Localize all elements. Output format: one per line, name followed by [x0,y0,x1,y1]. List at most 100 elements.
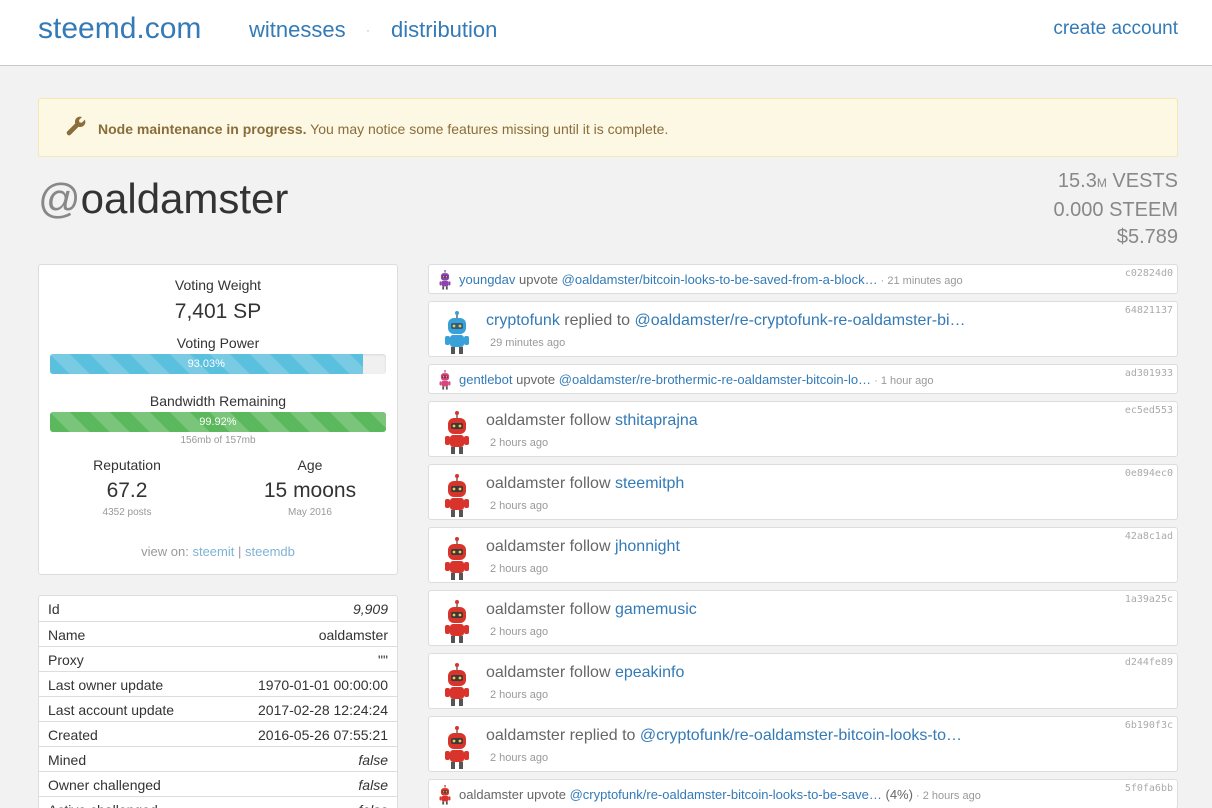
info-value: 2016-05-26 07:55:21 [258,727,388,743]
steemit-link[interactable]: steemit [192,544,234,559]
transaction-hash-link[interactable]: 0e894ec0 [1125,468,1173,479]
wrench-icon [66,116,86,136]
activity-line: cryptofunk replied to @oaldamster/re-cry… [486,312,966,330]
bandwidth-label: Bandwidth Remaining [149,393,287,409]
transaction-hash-link[interactable]: 6b190f3c [1125,720,1173,731]
activity-line: oaldamster follow jhonnight [486,538,680,556]
activity-target-link[interactable]: jhonnight [615,538,680,555]
alert-text: You may notice some features missing unt… [306,121,669,137]
transaction-hash-link[interactable]: ec5ed553 [1125,405,1173,416]
activity-target-link[interactable]: @oaldamster/bitcoin-looks-to-be-saved-fr… [562,272,878,287]
activity-actor-link[interactable]: oaldamster [486,412,565,429]
red-robot-icon[interactable] [435,785,455,805]
activity-verb: upvote [523,787,570,802]
view-on-label: view on: [141,544,189,559]
info-row: Owner challenged false [39,771,397,796]
transaction-hash-link[interactable]: 5f0fa6bb [1125,783,1173,794]
purple-robot-icon[interactable] [435,270,455,290]
activity-target-link[interactable]: @oaldamster/re-cryptofunk-re-oaldamster-… [635,312,966,329]
reputation-posts: 4352 posts [102,507,152,518]
transaction-hash-link[interactable]: 42a8c1ad [1125,531,1173,542]
blue-robot-icon[interactable] [441,311,473,355]
bandwidth-bar: 99.92% [50,412,386,432]
activity-actor-link[interactable]: gentlebot [459,372,513,387]
transaction-hash-link[interactable]: 64821137 [1125,305,1173,316]
account-info-table: Id 9,909 Name oaldamster Proxy "" Last owner u… [38,595,398,808]
info-key: Last owner update [48,677,164,693]
vote-weight: (4%) [881,787,913,802]
info-value: 2017-02-28 12:24:24 [258,702,388,718]
transaction-hash-link[interactable]: ad301933 [1125,368,1173,379]
info-value: false [358,802,388,808]
info-row: Proxy "" [39,646,397,671]
at-symbol: @ [38,175,81,222]
info-value: 1970-01-01 00:00:00 [258,677,388,693]
activity-verb: upvote [512,372,559,387]
usd-balance: $5.789 [1116,226,1178,248]
activity-actor-link[interactable]: oaldamster [486,664,565,681]
info-key: Mined [48,752,87,768]
activity-time: 21 minutes ago [887,275,963,287]
activity-actor-link[interactable]: oaldamster [486,601,565,618]
vests-balance: 15.3M VESTS [1053,168,1178,197]
red-robot-icon[interactable] [441,726,473,770]
transaction-hash-link[interactable]: c02824d0 [1125,268,1173,279]
activity-line: oaldamster follow epeakinfo [486,664,684,682]
activity-actor-link[interactable]: oaldamster [486,538,565,555]
activity-actor-link[interactable]: oaldamster [486,727,565,744]
transaction-hash-link[interactable]: 1a39a25c [1125,594,1173,605]
activity-item: oaldamster upvote @cryptofunk/re-oaldams… [428,779,1178,808]
activity-item: oaldamster replied to @cryptofunk/re-oal… [428,716,1178,772]
red-robot-icon[interactable] [441,474,473,518]
activity-target-link[interactable]: gamemusic [615,601,697,618]
info-key: Id [48,601,60,617]
activity-item: cryptofunk replied to @oaldamster/re-cry… [428,301,1178,357]
red-robot-icon[interactable] [441,537,473,581]
red-robot-icon[interactable] [441,600,473,644]
activity-verb: follow [565,664,615,681]
info-value: oaldamster [318,627,388,643]
activity-time-sep: · [877,275,888,287]
activity-line: gentlebot upvote @oaldamster/re-brotherm… [459,372,933,387]
activity-item: oaldamster follow sthitaprajna 2 hours ag… [428,401,1178,457]
username-text: oaldamster [80,175,289,222]
reputation-stat: Reputation 67.2 4352 posts [39,457,215,518]
info-key: Active challenged [48,802,158,808]
info-row: Name oaldamster [39,621,397,646]
voting-weight-value: 7,401 SP [174,300,262,323]
nav-distribution-link[interactable]: distribution [391,17,497,43]
info-row: Mined false [39,746,397,771]
pink-robot-icon[interactable] [435,370,455,390]
nav-separator: · [366,23,370,37]
activity-target-link[interactable]: epeakinfo [615,664,684,681]
activity-line: oaldamster follow gamemusic [486,601,697,619]
activity-time: 2 hours ago [490,626,549,638]
age-value: 15 moons [263,479,357,502]
account-balances: 15.3M VESTS 0.000 STEEM $5.789 [1053,168,1178,251]
activity-time-sep: · [912,790,923,802]
info-key: Last account update [48,702,175,718]
activity-item: oaldamster follow epeakinfo 2 hours ago d2… [428,653,1178,709]
brand-link[interactable]: steemd.com [38,12,201,46]
activity-actor-link[interactable]: oaldamster [459,787,523,802]
activity-actor-link[interactable]: cryptofunk [486,312,560,329]
create-account-link[interactable]: create account [1053,18,1178,40]
activity-actor-link[interactable]: oaldamster [486,475,565,492]
info-key: Proxy [48,652,84,668]
transaction-hash-link[interactable]: d244fe89 [1125,657,1173,668]
activity-time: 1 hour ago [880,375,934,387]
reputation-value: 67.2 [106,479,148,502]
activity-target-link[interactable]: steemitph [615,475,684,492]
activity-target-link[interactable]: @cryptofunk/re-oaldamster-bitcoin-looks-… [570,787,882,802]
activity-target-link[interactable]: sthitaprajna [615,412,698,429]
info-row: Last account update 2017-02-28 12:24:24 [39,696,397,721]
red-robot-icon[interactable] [441,663,473,707]
activity-target-link[interactable]: @cryptofunk/re-oaldamster-bitcoin-looks-… [640,727,962,744]
red-robot-icon[interactable] [441,411,473,455]
activity-verb: replied to [559,312,635,329]
activity-actor-link[interactable]: youngdav [459,272,515,287]
nav-witnesses-link[interactable]: witnesses [249,17,346,43]
info-value: false [358,752,388,768]
activity-target-link[interactable]: @oaldamster/re-brothermic-re-oaldamster-… [559,372,871,387]
steemdb-link[interactable]: steemdb [245,544,295,559]
